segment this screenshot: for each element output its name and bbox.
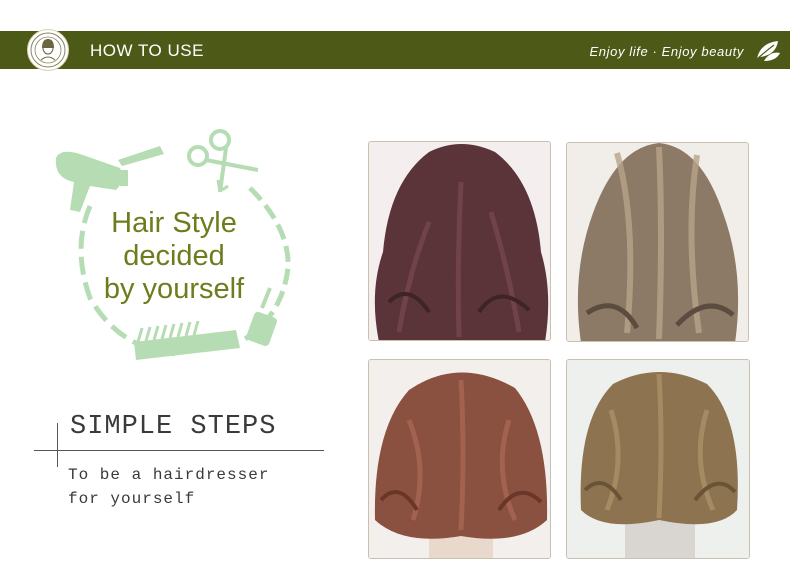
- comb-icon: [134, 320, 240, 360]
- feature-line-3: by yourself: [103, 273, 245, 305]
- steps-line-1: To be a hairdresser: [68, 466, 270, 484]
- steps-subtitle: To be a hairdresser for yourself: [68, 463, 269, 511]
- steps-line-2: for yourself: [68, 490, 196, 508]
- page-title: HOW TO USE: [90, 41, 204, 60]
- feature-line-2: decided: [123, 240, 225, 272]
- ash-brown-wavy-hair-photo: [566, 142, 749, 342]
- burgundy-curly-hair-photo: [368, 141, 551, 341]
- comb-icon: [118, 146, 164, 166]
- auburn-bob-hair-photo: [368, 359, 551, 559]
- feature-line-1: Hair Style: [111, 207, 237, 239]
- scissors-icon: [187, 129, 259, 193]
- olive-brown-bob-hair-photo: [566, 359, 750, 559]
- tagline: Enjoy life · Enjoy beauty: [589, 44, 744, 59]
- steps-title: SIMPLE STEPS: [70, 412, 277, 442]
- divider-line: [57, 423, 58, 467]
- divider-line: [34, 450, 324, 451]
- hair-dryer-icon: [55, 151, 128, 212]
- leaf-icon: [754, 37, 782, 68]
- feature-caption: Hair Style decided by yourself: [74, 207, 274, 306]
- woman-portrait-logo-icon: [27, 29, 69, 71]
